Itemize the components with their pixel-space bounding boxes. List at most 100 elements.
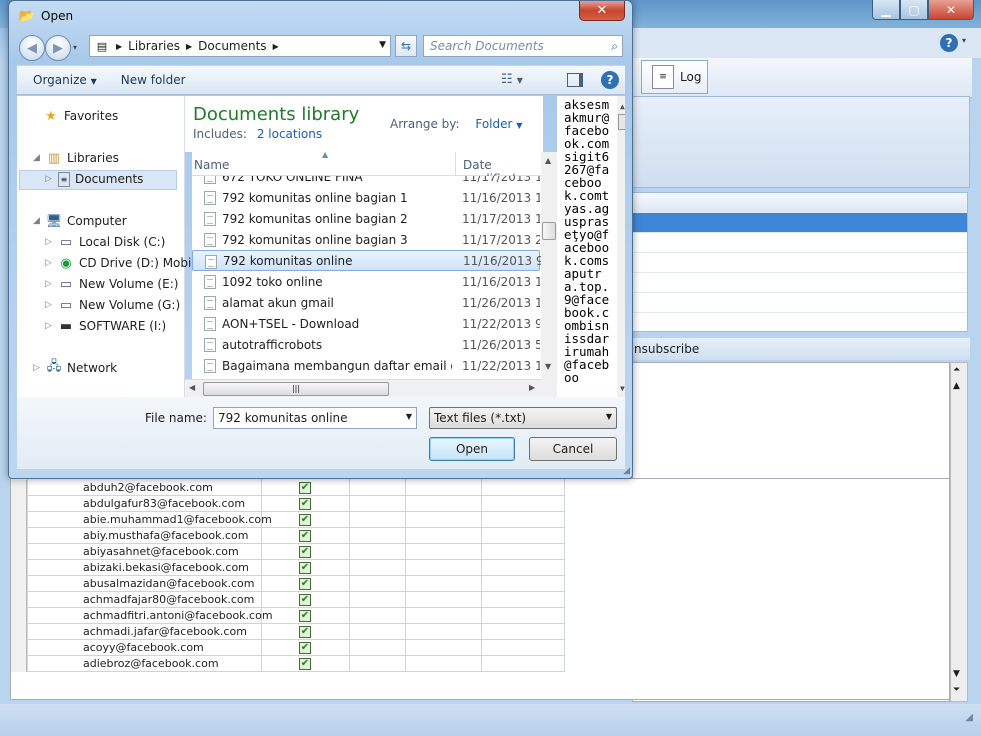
open-button[interactable]: Open [429,437,515,461]
resize-grip-icon[interactable]: ◢ [623,466,630,476]
scroll-right-icon[interactable]: ▶ [529,383,535,392]
file-row[interactable]: AON+TSEL - Download 11/22/2013 9:5 [192,313,540,334]
list-item[interactable] [633,293,967,313]
table-row[interactable]: abdulgafur83@facebook.com ✔ [11,496,565,512]
checkbox-checked-icon[interactable]: ✔ [299,642,311,654]
checkbox-checked-icon[interactable]: ✔ [299,562,311,574]
table-row[interactable]: abduh2@facebook.com ✔ [11,480,565,496]
arrange-dropdown[interactable]: Folder ▼ [475,117,522,131]
scroll-left-icon[interactable]: ◀ [189,383,195,392]
file-row[interactable]: 792 komunitas online bagian 2 11/17/2013 … [192,208,540,229]
breadcrumb-documents[interactable]: Documents [198,39,266,53]
table-row[interactable]: abusalmazidan@facebook.com ✔ [11,576,565,592]
table-row[interactable]: achmadfajar80@facebook.com ✔ [11,592,565,608]
table-row[interactable]: abie.muhammad1@facebook.com ✔ [11,512,565,528]
table-row[interactable]: abiyasahnet@facebook.com ✔ [11,544,565,560]
forward-button[interactable]: ▶ [45,35,71,61]
nav-computer[interactable]: ◢ 🖥 Computer [33,211,127,231]
list-item-selected[interactable] [633,213,967,233]
help-icon[interactable]: ? [601,71,619,89]
scroll-bottom-icon[interactable]: ⏷ [953,685,960,695]
table-row[interactable]: adiebroz@facebook.com ✔ [11,656,565,672]
breadcrumb-libraries[interactable]: Libraries [128,39,180,53]
scroll-up-icon[interactable]: ▲ [953,381,960,391]
scroll-up-icon[interactable]: ▲ [620,100,625,113]
file-list-vertical-scrollbar[interactable]: ▲ ▼ [541,152,557,397]
row-selector[interactable] [11,560,27,576]
checkbox-checked-icon[interactable]: ✔ [299,594,311,606]
preview-scroll-thumb[interactable] [618,114,625,130]
table-row[interactable]: achmadi.jafar@facebook.com ✔ [11,624,565,640]
scroll-down-icon[interactable]: ▼ [953,669,960,679]
file-row[interactable]: 792 komunitas online 11/16/2013 9:3 [192,250,541,271]
nav-drive-c[interactable]: ▷ ▭ Local Disk (C:) [45,232,165,252]
new-folder-button[interactable]: New folder [113,73,202,87]
log-tab[interactable]: ≡ Log [641,60,708,94]
list-item[interactable] [633,253,967,273]
file-row[interactable]: alamat akun gmail 11/26/2013 10: [192,292,540,313]
nav-documents[interactable]: ▷ ≡ Documents [45,169,143,189]
row-selector[interactable] [11,576,27,592]
checkbox-checked-icon[interactable]: ✔ [299,610,311,622]
nav-favorites[interactable]: ★ Favorites [43,106,118,126]
row-selector[interactable] [11,496,27,512]
table-row[interactable]: achmadfitri.antoni@facebook.com ✔ [11,608,565,624]
refresh-button[interactable]: ⇆ [395,35,417,57]
horizontal-scrollbar[interactable]: ◀ ||| ▶ [185,379,541,397]
column-name[interactable]: Name [194,158,229,172]
chevron-down-icon[interactable]: ▼ [406,412,412,421]
preview-scrollbar[interactable]: ▲ ▼ [617,96,625,397]
file-row[interactable]: Bagaimana membangun daftar email di f...… [192,355,540,376]
list-item[interactable] [633,233,967,253]
address-bar[interactable]: ▤ ▶ Libraries ▶ Documents ▶ ▼ [89,35,391,57]
background-close-button[interactable]: ✕ [928,0,974,20]
resize-grip-icon[interactable]: ◢ [965,712,973,723]
file-row[interactable]: 1092 toko online 11/16/2013 10: [192,271,540,292]
vertical-scroll-thumb[interactable] [542,222,556,240]
nav-drive-i[interactable]: ▷ ▬ SOFTWARE (I:) [45,316,166,336]
cancel-button[interactable]: Cancel [529,437,617,461]
scroll-down-icon[interactable]: ▼ [545,362,551,371]
row-selector[interactable] [11,624,27,640]
locations-link[interactable]: 2 locations [257,127,322,141]
checkbox-checked-icon[interactable]: ✔ [299,626,311,638]
organize-button[interactable]: Organize ▼ [17,73,113,87]
checkbox-checked-icon[interactable]: ✔ [299,546,311,558]
chevron-down-icon[interactable]: ▾ [962,36,966,45]
minimize-button[interactable]: ▁ [872,0,900,20]
maximize-button[interactable]: ▢ [900,0,928,20]
row-selector[interactable] [11,544,27,560]
row-selector[interactable] [11,640,27,656]
row-selector[interactable] [11,480,27,496]
row-selector[interactable] [11,608,27,624]
row-selector[interactable] [11,592,27,608]
address-dropdown-icon[interactable]: ▼ [379,40,386,50]
horizontal-scroll-thumb[interactable]: ||| [203,382,389,396]
view-options-icon[interactable]: ☷ ▼ [501,72,523,87]
nav-libraries[interactable]: ◢ ▥ Libraries [33,148,119,168]
file-row[interactable]: 792 komunitas online bagian 3 11/17/2013 … [192,229,540,250]
checkbox-checked-icon[interactable]: ✔ [299,498,311,510]
checkbox-checked-icon[interactable]: ✔ [299,514,311,526]
nav-drive-d[interactable]: ▷ ◉ CD Drive (D:) Mobile [45,253,202,273]
checkbox-checked-icon[interactable]: ✔ [299,658,311,670]
row-selector[interactable] [11,656,27,672]
preview-pane-icon[interactable] [567,73,583,87]
back-button[interactable]: ◀ [19,35,45,61]
file-row[interactable]: autotrafficrobots 11/26/2013 5:4 [192,334,540,355]
file-name-input[interactable]: 792 komunitas online ▼ [213,407,417,429]
row-selector[interactable] [11,512,27,528]
nav-drive-g[interactable]: ▷ ▭ New Volume (G:) [45,295,180,315]
table-row[interactable]: abiy.musthafa@facebook.com ✔ [11,528,565,544]
background-scrollbar[interactable]: ⏶ ▲ ▼ ⏷ [950,362,968,702]
checkbox-checked-icon[interactable]: ✔ [299,578,311,590]
scroll-up-icon[interactable]: ▲ [545,156,551,165]
file-row[interactable]: 672 TOKO ONLINE FINA 11/17/2013 1:0 [192,176,540,187]
file-type-select[interactable]: Text files (*.txt) ▼ [429,407,617,429]
table-row[interactable]: abizaki.bekasi@facebook.com ✔ [11,560,565,576]
search-input[interactable]: Search Documents ⌕ [423,35,623,57]
scroll-top-icon[interactable]: ⏶ [953,365,960,375]
row-selector[interactable] [11,528,27,544]
checkbox-checked-icon[interactable]: ✔ [299,530,311,542]
nav-drive-e[interactable]: ▷ ▭ New Volume (E:) [45,274,178,294]
